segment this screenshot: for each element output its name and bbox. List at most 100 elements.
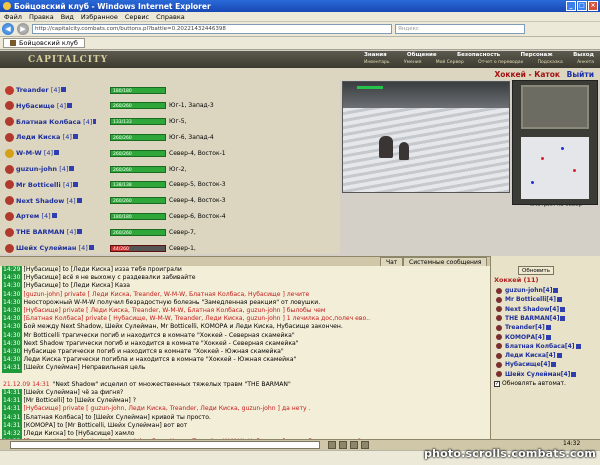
- chat-timestamp[interactable]: 14:30: [2, 282, 22, 291]
- info-icon[interactable]: [93, 118, 96, 124]
- minimize-icon[interactable]: _: [566, 1, 576, 11]
- user-action-icon[interactable]: [496, 343, 502, 350]
- chat-timestamp[interactable]: 14:30: [2, 315, 22, 324]
- nav-transfers[interactable]: Отчет о переводах: [478, 60, 523, 65]
- chat-timestamp[interactable]: 14:30: [2, 290, 22, 299]
- player-name[interactable]: Блатная Колбаса [4]: [16, 118, 96, 126]
- player-row[interactable]: Блатная Колбаса [4] 133/133 Юг-5,: [0, 115, 340, 129]
- chat-timestamp[interactable]: 14:32: [2, 430, 22, 439]
- player-row[interactable]: THE BARMAN [4] 260/260 Север-7,: [0, 225, 340, 239]
- user-action-icon[interactable]: [496, 306, 502, 313]
- player-name[interactable]: W-M-W [4]: [16, 149, 96, 157]
- info-icon[interactable]: [575, 343, 581, 349]
- player-name[interactable]: Next Shadow [4]: [16, 197, 96, 205]
- chat-timestamp[interactable]: 14:31: [2, 397, 22, 406]
- info-icon[interactable]: [556, 353, 562, 359]
- user-list-item[interactable]: Treander[4]: [496, 323, 551, 332]
- info-icon[interactable]: [77, 229, 82, 235]
- info-icon[interactable]: [51, 213, 57, 219]
- exit-link[interactable]: Выйти: [567, 70, 594, 79]
- user-list-item[interactable]: Леди Киска[4]: [496, 351, 562, 360]
- user-action-icon[interactable]: [496, 296, 502, 303]
- chat-timestamp[interactable]: 14:29: [2, 266, 22, 275]
- back-icon[interactable]: ◀: [2, 23, 14, 35]
- user-action-icon[interactable]: [496, 315, 502, 322]
- smile-icon[interactable]: [328, 441, 336, 449]
- info-icon[interactable]: [76, 197, 82, 203]
- info-icon[interactable]: [560, 306, 566, 312]
- player-row[interactable]: Next Shadow [4] 260/260 Север-4, Восток-3: [0, 194, 340, 208]
- info-icon[interactable]: [69, 166, 75, 171]
- info-icon[interactable]: [72, 134, 78, 140]
- user-action-icon[interactable]: [496, 334, 502, 340]
- player-name[interactable]: Нубасище [4]: [16, 102, 96, 110]
- info-icon[interactable]: [88, 245, 94, 250]
- nav-inventory[interactable]: Инвентарь: [364, 60, 390, 65]
- player-row[interactable]: Mr Botticelli [4] 138/138 Север-5, Восток-…: [0, 178, 340, 192]
- user-action-icon[interactable]: [496, 371, 502, 378]
- player-row[interactable]: Артем [4] 180/180 Север-6, Восток-4: [0, 209, 340, 223]
- chat-timestamp[interactable]: 14:31: [2, 389, 22, 398]
- nav-hint[interactable]: Подсказка: [538, 60, 563, 65]
- chat-timestamp[interactable]: 14:31: [2, 364, 22, 373]
- user-list-item[interactable]: Блатная Колбаса[4]: [496, 342, 581, 351]
- fighter-sprite[interactable]: [399, 142, 409, 160]
- user-list-item[interactable]: Нубасище[4]: [496, 360, 557, 369]
- player-row[interactable]: Treander [4] 180/180: [0, 83, 340, 97]
- nav-communication[interactable]: Общение: [407, 52, 437, 58]
- player-name[interactable]: Treander [4]: [16, 86, 96, 94]
- nav-my-server[interactable]: Мой Сервер: [436, 60, 464, 65]
- chat-timestamp[interactable]: 14:30: [2, 274, 22, 283]
- search-input[interactable]: Яндекс: [395, 24, 525, 34]
- chat-timestamp[interactable]: 21.12.09 14:31: [2, 381, 51, 389]
- user-action-icon[interactable]: [496, 361, 502, 368]
- player-row[interactable]: Нубасище [4] 260/260 Юг-1, Запад-3: [0, 99, 340, 113]
- user-action-icon[interactable]: [496, 324, 502, 331]
- player-name[interactable]: guzun-john [4]: [16, 165, 96, 173]
- user-list-item[interactable]: Mr Botticelli[4]: [496, 295, 562, 304]
- menu-file[interactable]: Файл: [4, 13, 22, 21]
- chat-timestamp[interactable]: 14:31: [2, 421, 22, 431]
- chat-timestamp[interactable]: 14:30: [2, 298, 22, 308]
- info-icon[interactable]: [551, 362, 557, 368]
- chat-timestamp[interactable]: 14:30: [2, 339, 22, 349]
- user-list-item[interactable]: guzun-john[4]: [496, 286, 559, 295]
- user-list-item[interactable]: THE BARMAN[4]: [496, 314, 566, 323]
- refresh-button[interactable]: Обновить: [518, 266, 554, 275]
- address-input[interactable]: http://capitalcity.combats.com/buttons.p…: [32, 24, 392, 34]
- info-icon[interactable]: [553, 288, 559, 293]
- info-icon[interactable]: [545, 325, 551, 331]
- close-icon[interactable]: ×: [588, 1, 598, 11]
- user-action-icon[interactable]: [496, 287, 502, 294]
- player-name[interactable]: Шейх Сулейман [4]: [16, 244, 96, 252]
- chat-timestamp[interactable]: 14:30: [2, 307, 22, 316]
- chat-timestamp[interactable]: 14:30: [2, 356, 22, 365]
- menu-tools[interactable]: Сервис: [125, 13, 149, 21]
- forward-icon[interactable]: ▶: [17, 23, 29, 35]
- fighter-sprite[interactable]: [379, 136, 393, 158]
- chat-timestamp[interactable]: 14:30: [2, 348, 22, 357]
- nav-skills[interactable]: Умения: [404, 60, 421, 65]
- nav-security[interactable]: Безопасность: [457, 52, 500, 58]
- user-list-item[interactable]: КОМОРА[4]: [496, 333, 551, 342]
- player-row[interactable]: Шейх Сулейман [4] 44/260 Север-1,: [0, 241, 340, 255]
- chat-timestamp[interactable]: 14:31: [2, 405, 22, 414]
- info-icon[interactable]: [67, 102, 73, 108]
- nav-profile[interactable]: Анкета: [577, 60, 594, 65]
- checkbox-icon[interactable]: ✓: [494, 380, 500, 387]
- filter-icon[interactable]: [361, 441, 369, 449]
- translit-icon[interactable]: [339, 441, 347, 449]
- info-icon[interactable]: [556, 297, 562, 303]
- player-name[interactable]: Mr Botticelli [4]: [16, 181, 96, 189]
- info-icon[interactable]: [560, 315, 566, 321]
- tab-chat[interactable]: Чат: [380, 257, 404, 266]
- user-action-icon[interactable]: [496, 352, 502, 359]
- nav-knowledge[interactable]: Знания: [364, 52, 387, 58]
- player-row[interactable]: guzun-john [4] 260/260 Юг-2,: [0, 162, 340, 176]
- chat-timestamp[interactable]: 14:30: [2, 323, 22, 332]
- nav-exit[interactable]: Выход: [573, 52, 594, 58]
- nav-character[interactable]: Персонаж: [520, 52, 552, 58]
- info-icon[interactable]: [571, 371, 577, 377]
- menu-help[interactable]: Справка: [156, 13, 185, 21]
- info-icon[interactable]: [61, 87, 67, 92]
